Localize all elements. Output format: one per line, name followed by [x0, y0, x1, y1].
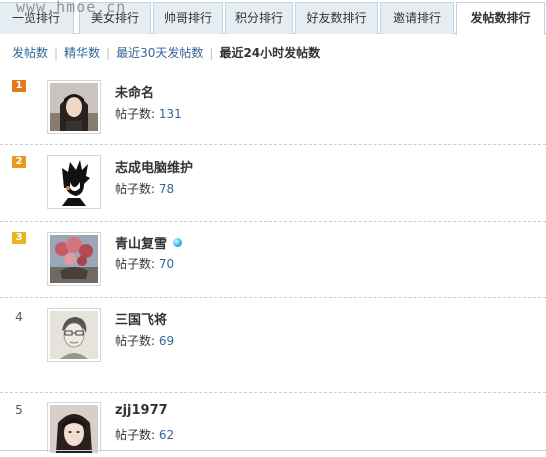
tab-friends-ranking[interactable]: 好友数排行: [295, 2, 378, 34]
post-count-value[interactable]: 62: [159, 428, 174, 442]
post-count: 帖子数: 69: [115, 332, 174, 349]
rank-badge: 2: [12, 156, 26, 168]
avatar-flowers-icon: [50, 235, 98, 283]
post-count-value[interactable]: 78: [159, 182, 174, 196]
site-watermark: www.hmoe.cn: [16, 0, 127, 16]
rank-badge: 1: [12, 80, 26, 92]
post-count: 帖子数: 70: [115, 255, 174, 272]
avatar[interactable]: [47, 232, 101, 286]
post-count: 帖子数: 78: [115, 180, 174, 197]
tab-handsome-ranking[interactable]: 帅哥排行: [153, 2, 223, 34]
avatar-photo-icon: [50, 405, 98, 453]
username-link[interactable]: 三国飞将: [115, 309, 167, 328]
username-link[interactable]: 未命名: [115, 82, 154, 101]
avatar[interactable]: [47, 402, 101, 453]
avatar-sketch-icon: [50, 158, 98, 206]
ranking-row: 5 zjj1977 帖子数: 62: [0, 393, 546, 453]
post-count: 帖子数: 62: [115, 426, 174, 443]
rank-number: 5: [15, 403, 23, 417]
subnav-digest-count-link[interactable]: 精华数: [64, 46, 100, 60]
post-count-label: 帖子数:: [115, 428, 156, 442]
ranking-row: 4 三国飞将 帖子数: 69: [0, 298, 546, 393]
post-count-value[interactable]: 69: [159, 334, 174, 348]
post-count-value[interactable]: 70: [159, 257, 174, 271]
subnav-separator: |: [106, 46, 111, 60]
post-count-label: 帖子数:: [115, 107, 156, 121]
username-text: 青山复雪: [115, 237, 168, 252]
tab-points-ranking[interactable]: 积分排行: [225, 2, 293, 34]
avatar[interactable]: [47, 155, 101, 209]
subnav-separator: |: [209, 46, 214, 60]
tab-invite-ranking[interactable]: 邀请排行: [380, 2, 454, 34]
ranking-row: 2 志成电脑维护 帖子数: 78: [0, 145, 546, 222]
avatar[interactable]: [47, 80, 101, 134]
username-link[interactable]: 志成电脑维护: [115, 157, 193, 176]
subnav-30-days-link[interactable]: 最近30天发帖数: [116, 46, 203, 60]
ranking-row: 3 青山复雪 帖子数: 70: [0, 222, 546, 298]
rank-badge: 3: [12, 232, 26, 244]
post-count-label: 帖子数:: [115, 334, 156, 348]
avatar-drawing-icon: [50, 311, 98, 359]
post-count-label: 帖子数:: [115, 257, 156, 271]
subnav-post-count-link[interactable]: 发帖数: [12, 46, 48, 60]
bottom-divider: [0, 450, 546, 451]
sub-navigation: 发帖数 | 精华数 | 最近30天发帖数 | 最近24小时发帖数: [12, 44, 320, 61]
post-count: 帖子数: 131: [115, 105, 182, 122]
username-link[interactable]: zjj1977: [115, 403, 168, 418]
post-count-value[interactable]: 131: [159, 107, 182, 121]
avatar-photo-icon: [50, 83, 98, 131]
subnav-24-hours-current: 最近24小时发帖数: [219, 46, 321, 60]
gem-badge-icon: [173, 238, 183, 247]
username-link[interactable]: 青山复雪: [115, 233, 183, 252]
post-count-label: 帖子数:: [115, 182, 156, 196]
subnav-separator: |: [54, 46, 59, 60]
rank-number: 4: [15, 310, 23, 324]
avatar[interactable]: [47, 308, 101, 362]
ranking-row: 1 未命名 帖子数: 131: [0, 68, 546, 145]
tab-posts-ranking[interactable]: 发帖数排行: [456, 2, 545, 35]
